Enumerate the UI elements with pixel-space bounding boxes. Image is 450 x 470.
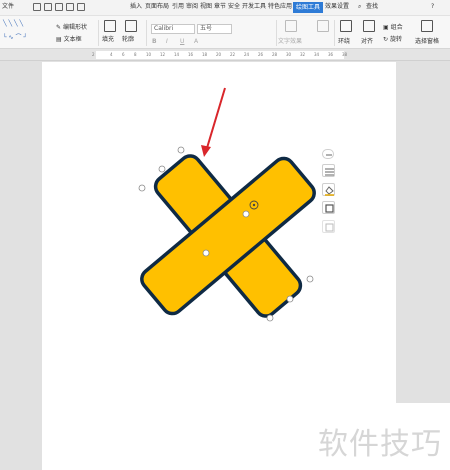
layout-options-button[interactable]	[322, 164, 335, 177]
outline-square-icon	[325, 204, 334, 213]
fill-bucket-icon	[325, 186, 334, 196]
layout-icon	[325, 168, 334, 176]
annotation-arrow	[201, 87, 226, 157]
watermark-text: 软件技巧	[318, 427, 442, 462]
drawing-canvas	[138, 87, 316, 322]
collapse-float-toolbar-button[interactable]	[322, 149, 334, 159]
shape-effect-button	[322, 220, 335, 233]
effect-icon	[325, 223, 334, 232]
shape-fill-button[interactable]	[322, 183, 335, 196]
shape-outline-button[interactable]	[322, 201, 335, 214]
